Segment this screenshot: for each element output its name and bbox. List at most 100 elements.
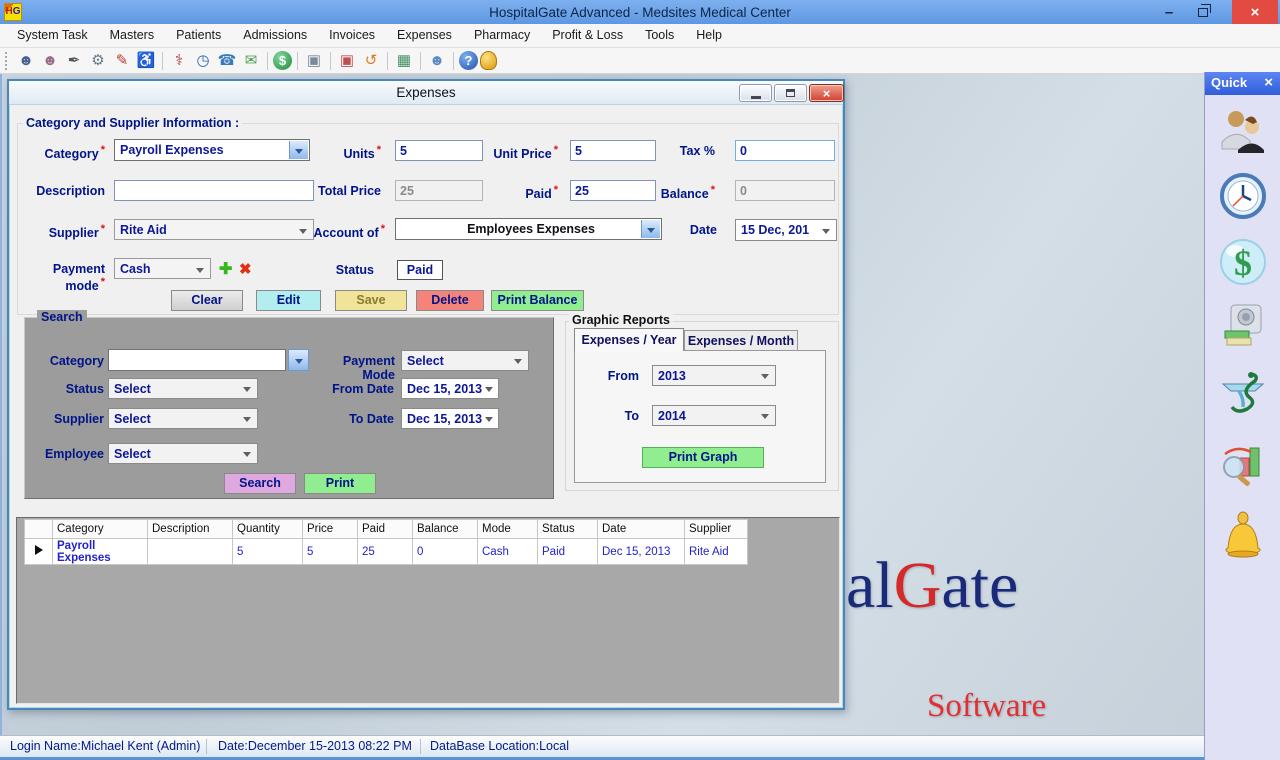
search-supplier-combobox[interactable]: Select	[108, 408, 258, 429]
row-selector[interactable]	[25, 539, 53, 565]
app-minimize-button[interactable]: –	[1154, 0, 1184, 24]
cell-category[interactable]: Payroll Expenses	[53, 539, 148, 565]
column-header-paid[interactable]: Paid	[358, 520, 413, 539]
toolbar-grip[interactable]	[5, 52, 10, 70]
column-header-price[interactable]: Price	[303, 520, 358, 539]
save-button[interactable]: Save	[335, 290, 407, 311]
menu-invoices[interactable]: Invoices	[318, 24, 386, 47]
search-category-dropdown-button[interactable]	[288, 349, 309, 371]
cell-quantity[interactable]: 5	[233, 539, 303, 565]
cell-paid[interactable]: 25	[358, 539, 413, 565]
purchase-icon[interactable]: ▣	[336, 51, 358, 71]
graph-from-combobox[interactable]: 2013	[652, 365, 776, 386]
search-to-date-picker[interactable]: Dec 15, 2013	[401, 408, 499, 429]
app-close-button[interactable]: ×	[1232, 0, 1278, 24]
column-header-mode[interactable]: Mode	[478, 520, 538, 539]
expenses-minimize-button[interactable]	[739, 84, 772, 102]
column-header-category[interactable]: Category	[53, 520, 148, 539]
expenses-close-button[interactable]: ×	[809, 84, 844, 102]
staff-icon[interactable]: ☻	[426, 51, 448, 71]
payment-note-icon[interactable]: ✉	[240, 51, 262, 71]
cell-price[interactable]: 5	[303, 539, 358, 565]
money-icon[interactable]: $	[1219, 232, 1267, 292]
cell-supplier[interactable]: Rite Aid	[685, 539, 748, 565]
signature-icon[interactable]: ✒	[63, 51, 85, 71]
pharmacy-icon[interactable]	[1219, 360, 1267, 426]
quick-panel-close-icon[interactable]: ×	[1264, 72, 1273, 94]
help-icon[interactable]: ?	[459, 51, 478, 70]
menu-pharmacy[interactable]: Pharmacy	[463, 24, 541, 47]
financial-reports-icon[interactable]	[1219, 437, 1267, 491]
clock-icon[interactable]	[1219, 167, 1267, 225]
patients-group-icon[interactable]: ☻	[15, 51, 37, 71]
search-button[interactable]: Search	[224, 473, 296, 494]
table-row[interactable]: Payroll Expenses55250CashPaidDec 15, 201…	[25, 539, 748, 565]
add-payment-mode-icon[interactable]: ✚	[219, 259, 232, 279]
search-employee-combobox[interactable]: Select	[108, 443, 258, 464]
menu-help[interactable]: Help	[685, 24, 733, 47]
supplier-combobox[interactable]: Rite Aid	[114, 219, 314, 240]
units-input[interactable]	[395, 140, 483, 161]
payment-mode-combobox[interactable]: Cash	[114, 258, 211, 279]
cell-status[interactable]: Paid	[538, 539, 598, 565]
cell-description[interactable]	[148, 539, 233, 565]
account-of-combobox[interactable]: Employees Expenses	[395, 218, 662, 240]
description-input[interactable]	[114, 180, 314, 201]
category-combobox[interactable]: Payroll Expenses	[114, 139, 310, 161]
column-header-supplier[interactable]: Supplier	[685, 520, 748, 539]
print-balance-button[interactable]: Print Balance	[491, 290, 584, 311]
cell-balance[interactable]: 0	[413, 539, 478, 565]
graph-to-combobox[interactable]: 2014	[652, 405, 776, 426]
chevron-down-icon[interactable]	[289, 141, 308, 159]
cell-date[interactable]: Dec 15, 2013	[598, 539, 685, 565]
menu-tools[interactable]: Tools	[634, 24, 685, 47]
menu-masters[interactable]: Masters	[99, 24, 165, 47]
menu-expenses[interactable]: Expenses	[386, 24, 463, 47]
search-payment-mode-combobox[interactable]: Select	[401, 350, 529, 371]
search-print-button[interactable]: Print	[304, 473, 376, 494]
chevron-down-icon[interactable]	[641, 220, 660, 238]
bell-icon[interactable]	[480, 51, 497, 70]
edit-button[interactable]: Edit	[256, 290, 321, 311]
date-combobox[interactable]: 15 Dec, 201	[735, 219, 837, 241]
menu-admissions[interactable]: Admissions	[232, 24, 318, 47]
wheelchair-icon[interactable]: ♿	[135, 51, 157, 71]
cell-mode[interactable]: Cash	[478, 539, 538, 565]
toolbar-separator	[387, 52, 388, 70]
lab-equipment-icon[interactable]: ⚙	[87, 51, 109, 71]
cashbox-icon[interactable]	[1219, 300, 1267, 352]
search-category-combobox[interactable]	[108, 349, 286, 371]
tab-expenses-month[interactable]: Expenses / Month	[684, 330, 798, 351]
alerts-bell-icon[interactable]	[1219, 504, 1267, 566]
fax-icon[interactable]: ☎	[216, 51, 238, 71]
menu-patients[interactable]: Patients	[165, 24, 232, 47]
menu-profit-loss[interactable]: Profit & Loss	[541, 24, 634, 47]
dollar-icon[interactable]: $	[273, 51, 292, 70]
patients-icon[interactable]	[1219, 102, 1267, 158]
menu-system-task[interactable]: System Task	[6, 24, 99, 47]
column-header-date[interactable]: Date	[598, 520, 685, 539]
expenses-table[interactable]: CategoryDescriptionQuantityPricePaidBala…	[24, 519, 748, 565]
report-chart-icon[interactable]: ▦	[393, 51, 415, 71]
clear-button[interactable]: Clear	[171, 290, 243, 311]
clock-icon[interactable]: ◷	[192, 51, 214, 71]
app-restore-button[interactable]	[1188, 0, 1218, 24]
expenses-maximize-button[interactable]	[774, 84, 807, 102]
print-graph-button[interactable]: Print Graph	[642, 447, 764, 468]
column-header-balance[interactable]: Balance	[413, 520, 478, 539]
tax-input[interactable]	[735, 140, 835, 161]
search-status-combobox[interactable]: Select	[108, 378, 258, 399]
column-header-description[interactable]: Description	[148, 520, 233, 539]
doctor-schedule-icon[interactable]: ⚕	[168, 51, 190, 71]
undo-icon[interactable]: ↺	[360, 51, 382, 71]
expenses-titlebar[interactable]: Expenses ×	[9, 81, 843, 105]
delete-payment-mode-icon[interactable]: ✖	[239, 260, 252, 278]
column-header-status[interactable]: Status	[538, 520, 598, 539]
delete-button[interactable]: Delete	[416, 290, 484, 311]
tab-expenses-year[interactable]: Expenses / Year	[574, 328, 684, 351]
injection-icon[interactable]: ✎	[111, 51, 133, 71]
search-from-date-picker[interactable]: Dec 15, 2013	[401, 378, 499, 399]
patient-icon[interactable]: ☻	[39, 51, 61, 71]
stock-icon[interactable]: ▣	[303, 51, 325, 71]
column-header-quantity[interactable]: Quantity	[233, 520, 303, 539]
